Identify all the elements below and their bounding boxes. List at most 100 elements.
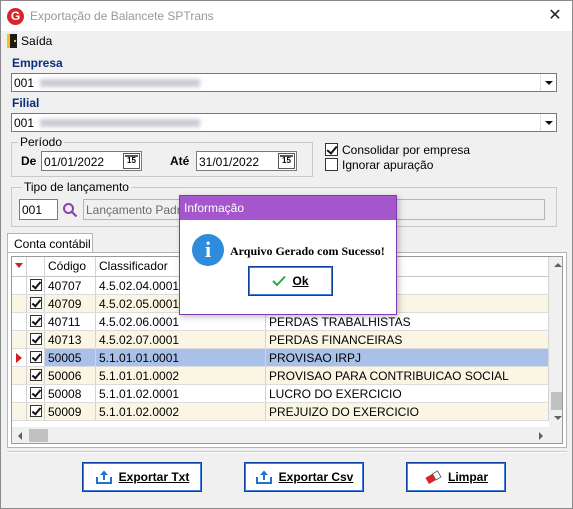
consolidar-checkbox[interactable]: [325, 143, 338, 156]
horizontal-scrollbar[interactable]: [12, 427, 549, 443]
exit-door-icon: [7, 34, 17, 48]
cell-classificador: 5.1.01.02.0001: [96, 385, 266, 402]
cell-descricao: PREJUIZO DO EXERCICIO: [266, 403, 549, 420]
tab-conta-contabil[interactable]: Conta contábil: [7, 233, 93, 253]
dialog-title: Informação: [180, 196, 396, 220]
cell-codigo: 40709: [45, 295, 96, 312]
row-check-cell[interactable]: [27, 349, 45, 366]
row-checkbox[interactable]: [30, 405, 42, 417]
vertical-scroll-thumb[interactable]: [551, 392, 562, 410]
check-column-header[interactable]: [27, 257, 45, 276]
horizontal-scroll-thumb[interactable]: [29, 429, 48, 442]
checkmark-icon: [272, 275, 287, 287]
menu-bar: Saída: [1, 31, 572, 51]
row-checkbox[interactable]: [30, 369, 42, 381]
eraser-icon: [425, 470, 442, 484]
row-checkbox[interactable]: [30, 297, 42, 309]
cell-codigo: 50005: [45, 349, 96, 366]
chevron-down-icon[interactable]: [540, 114, 556, 131]
row-check-cell[interactable]: [27, 295, 45, 312]
row-indicator-cell: [12, 403, 27, 420]
empresa-combobox[interactable]: 001: [11, 73, 557, 92]
table-row[interactable]: 50005 5.1.01.01.0001 PROVISAO IRPJ: [12, 349, 549, 367]
scroll-left-icon[interactable]: [12, 427, 29, 443]
de-date-field[interactable]: 01/01/2022 15: [41, 151, 142, 171]
row-indicator-cell: [12, 331, 27, 348]
ignorar-apuracao-checkbox[interactable]: [325, 158, 338, 171]
filial-combobox[interactable]: 001: [11, 113, 557, 132]
sort-arrow-icon: [15, 263, 23, 268]
table-row[interactable]: 50006 5.1.01.01.0002 PROVISAO PARA CONTRIB…: [12, 367, 549, 385]
cell-classificador: 4.5.02.07.0001: [96, 331, 266, 348]
info-dialog: Informação i Arquivo Gerado com Sucesso!…: [179, 195, 397, 315]
window-title: Exportação de Balancete SPTrans: [30, 9, 214, 23]
row-indicator-cell: [12, 313, 27, 330]
row-checkbox[interactable]: [30, 387, 42, 399]
row-checkbox[interactable]: [30, 351, 42, 363]
cell-descricao: PROVISAO IRPJ: [266, 349, 549, 366]
tab-conta-contabil-label: Conta contábil: [14, 237, 91, 251]
filial-value: 001: [14, 116, 35, 130]
calendar-icon[interactable]: 15: [278, 153, 295, 169]
title-bar: G Exportação de Balancete SPTrans ✕: [1, 1, 572, 31]
tipo-lancamento-description-value: Lançamento Padrão: [86, 203, 195, 217]
consolidar-label: Consolidar por empresa: [342, 143, 471, 157]
chevron-down-icon[interactable]: [540, 74, 556, 91]
menu-item-exit-label: Saída: [21, 34, 53, 48]
ate-date-field[interactable]: 31/01/2022 15: [196, 151, 297, 171]
cell-classificador: 5.1.01.01.0001: [96, 349, 266, 366]
calendar-icon[interactable]: 15: [123, 153, 140, 169]
ate-date-value: 31/01/2022: [199, 155, 260, 169]
ignorar-apuracao-label: Ignorar apuração: [342, 158, 434, 172]
cell-classificador: 5.1.01.02.0002: [96, 403, 266, 420]
row-check-cell[interactable]: [27, 313, 45, 330]
scroll-right-icon[interactable]: [532, 427, 549, 443]
cell-codigo: 40707: [45, 277, 96, 294]
menu-item-exit[interactable]: Saída: [7, 33, 52, 49]
tipo-lancamento-code-input[interactable]: 001: [19, 199, 58, 220]
scroll-up-icon[interactable]: [549, 257, 562, 274]
row-checkbox[interactable]: [30, 333, 42, 345]
export-upload-icon: [255, 470, 272, 484]
row-indicator-cell: [12, 385, 27, 402]
row-checkbox[interactable]: [30, 279, 42, 291]
scroll-corner: [549, 427, 562, 443]
row-check-cell[interactable]: [27, 403, 45, 420]
cell-codigo: 50008: [45, 385, 96, 402]
info-icon: i: [192, 234, 224, 266]
cell-classificador: 4.5.02.06.0001: [96, 313, 266, 330]
empresa-value: 001: [14, 76, 35, 90]
row-check-cell[interactable]: [27, 385, 45, 402]
table-row[interactable]: 50009 5.1.01.02.0002 PREJUIZO DO EXERCICIO: [12, 403, 549, 421]
table-row[interactable]: 40713 4.5.02.07.0001 PERDAS FINANCEIRAS: [12, 331, 549, 349]
cell-descricao: PERDAS FINANCEIRAS: [266, 331, 549, 348]
row-indicator-cell: [12, 349, 27, 366]
filial-name-redacted: [40, 119, 200, 127]
cell-codigo: 40713: [45, 331, 96, 348]
export-csv-button[interactable]: Exportar Csv: [244, 462, 364, 492]
codigo-column-header[interactable]: Código: [45, 257, 96, 276]
row-indicator-cell: [12, 277, 27, 294]
limpar-button[interactable]: Limpar: [406, 462, 506, 492]
table-row[interactable]: 50008 5.1.01.02.0001 LUCRO DO EXERCICIO: [12, 385, 549, 403]
sort-indicator-cell[interactable]: [12, 257, 27, 276]
current-row-arrow-icon: [16, 353, 22, 363]
de-date-value: 01/01/2022: [44, 155, 105, 169]
row-check-cell[interactable]: [27, 331, 45, 348]
cell-descricao: PROVISAO PARA CONTRIBUICAO SOCIAL: [266, 367, 549, 384]
ok-button[interactable]: Ok: [248, 266, 333, 296]
table-row[interactable]: 40711 4.5.02.06.0001 PERDAS TRABALHISTAS: [12, 313, 549, 331]
row-checkbox[interactable]: [30, 315, 42, 327]
close-window-button[interactable]: ✕: [542, 5, 568, 27]
cell-descricao: LUCRO DO EXERCICIO: [266, 385, 549, 402]
export-txt-button[interactable]: Exportar Txt: [82, 462, 202, 492]
vertical-scrollbar[interactable]: [549, 257, 562, 427]
export-upload-icon: [95, 470, 112, 484]
ok-label: Ok: [292, 274, 309, 288]
cell-codigo: 40711: [45, 313, 96, 330]
row-check-cell[interactable]: [27, 367, 45, 384]
row-check-cell[interactable]: [27, 277, 45, 294]
empresa-name-redacted: [40, 79, 200, 87]
scroll-down-icon[interactable]: [549, 410, 562, 427]
search-icon[interactable]: [59, 199, 81, 220]
